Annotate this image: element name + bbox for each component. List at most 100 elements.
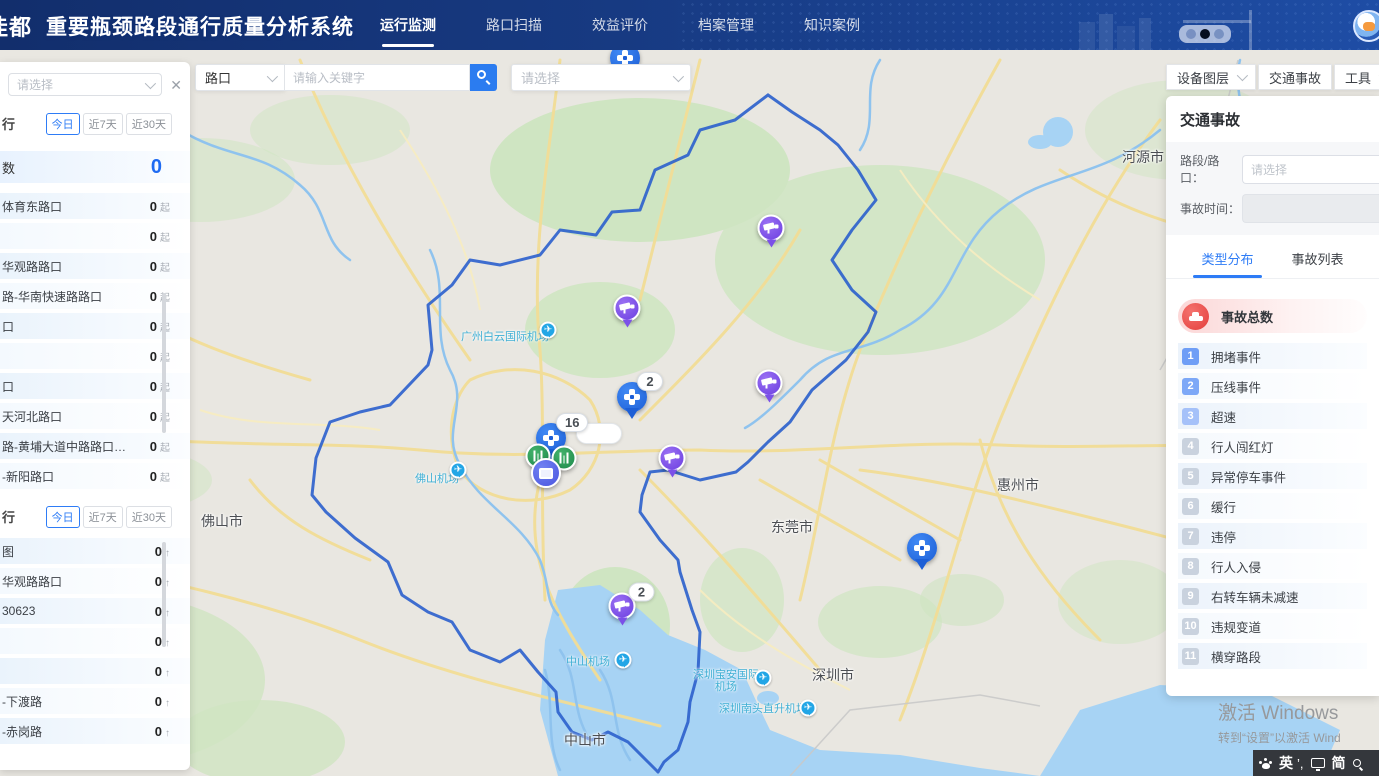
accident-type-row[interactable]: 9右转车辆未减速: [1178, 583, 1367, 609]
area-select-placeholder: 请选择: [521, 68, 560, 87]
accident-total-row[interactable]: 事故总数: [1178, 299, 1367, 333]
rank-badge: 4: [1182, 438, 1199, 455]
list-item[interactable]: 0↑: [0, 658, 190, 684]
ime-search-icon[interactable]: [1353, 759, 1361, 767]
camera-marker[interactable]: [614, 295, 641, 322]
sidebar-select[interactable]: 请选择: [8, 73, 162, 96]
time-filter-近30天[interactable]: 近30天: [126, 113, 172, 135]
rank-badge: 9: [1182, 588, 1199, 605]
toolbar-button-交通事故[interactable]: 交通事故: [1258, 64, 1332, 90]
accident-type-row[interactable]: 1拥堵事件: [1178, 343, 1367, 369]
nav-item-知识案例[interactable]: 知识案例: [802, 15, 862, 35]
list-scrollbar[interactable]: [162, 293, 166, 433]
list-item-name: 华观路路口: [2, 573, 62, 590]
marker-circle: [756, 370, 783, 397]
area-select[interactable]: 请选择: [511, 64, 691, 91]
tab-type-distribution[interactable]: 类型分布: [1201, 249, 1253, 268]
keyword-input[interactable]: [285, 64, 470, 91]
category-select[interactable]: 路口: [195, 64, 285, 91]
ime-punct-toggle[interactable]: ’,: [1297, 756, 1304, 771]
accident-type-row[interactable]: 7违停: [1178, 523, 1367, 549]
time-filter-近7天[interactable]: 近7天: [83, 506, 123, 528]
list-item-count: 0起: [150, 289, 170, 304]
list-item[interactable]: 体育东路口0起: [0, 193, 190, 219]
accident-type-row[interactable]: 6缓行: [1178, 493, 1367, 519]
form-label: 事故时间：: [1180, 200, 1242, 217]
airport-label: 深圳南头直升机场: [719, 703, 807, 715]
rank-badge: 8: [1182, 558, 1199, 575]
camera-marker[interactable]: [758, 215, 785, 242]
intersection-marker[interactable]: 2: [617, 382, 647, 412]
accident-type-row[interactable]: 5异常停车事件: [1178, 463, 1367, 489]
rank-badge: 2: [1182, 378, 1199, 395]
list-item-name: 华观路路口: [2, 258, 62, 275]
list-item[interactable]: 路-黄埔大道中路路口…0起: [0, 433, 190, 459]
city-label-深圳市: 深圳市: [812, 665, 854, 685]
list-item-name: 体育东路口: [2, 198, 62, 215]
count-unit: 起: [160, 263, 170, 274]
nav-item-运行监测[interactable]: 运行监测: [378, 15, 438, 35]
keyboard-icon[interactable]: [1311, 758, 1325, 768]
nav-item-档案管理[interactable]: 档案管理: [696, 15, 756, 35]
traffic-accident-panel: 交通事故 路段/路口：请选择事故时间： 类型分布 事故列表 事故总数 1拥堵事件…: [1166, 96, 1379, 696]
airport-pin-icon: ✈: [615, 652, 632, 669]
cctv-camera-icon: [762, 378, 777, 389]
accident-type-row[interactable]: 10违规变道: [1178, 613, 1367, 639]
tab-accident-list[interactable]: 事故列表: [1292, 249, 1344, 268]
total-label-fragment: 数: [2, 158, 15, 177]
monitor-marker[interactable]: [531, 458, 561, 488]
ime-charset-toggle[interactable]: 简: [1332, 753, 1346, 773]
toolbar-button-设备图层[interactable]: 设备图层: [1166, 64, 1256, 90]
time-filter-近7天[interactable]: 近7天: [83, 113, 123, 135]
accident-type-row[interactable]: 8 行人入侵: [1178, 553, 1367, 579]
nav-item-路口扫描[interactable]: 路口扫描: [484, 15, 544, 35]
road-select-input[interactable]: 请选择: [1242, 155, 1379, 184]
toolbar-button-label: 工具: [1345, 68, 1371, 87]
list-item[interactable]: -新阳路口0起: [0, 463, 190, 489]
accident-type-label: 行人入侵: [1211, 557, 1261, 576]
list-item-name: 图: [2, 543, 14, 560]
accident-time-input[interactable]: [1242, 194, 1379, 223]
rank-badge: 10: [1182, 618, 1199, 635]
list-item[interactable]: -下渡路0↑: [0, 688, 190, 714]
camera-marker[interactable]: [659, 445, 686, 472]
ime-logo-icon[interactable]: [1259, 758, 1272, 769]
airport-pin-icon: ✈: [755, 670, 772, 687]
close-icon[interactable]: ✕: [170, 78, 182, 92]
section-title-fragment: 行: [2, 507, 15, 526]
assistant-mascot-icon[interactable]: [1353, 10, 1379, 42]
time-filter-今日[interactable]: 今日: [46, 506, 80, 528]
time-filter-今日[interactable]: 今日: [46, 113, 80, 135]
airport-pin-icon: ✈: [800, 700, 817, 717]
accident-type-row[interactable]: 4行人闯红灯: [1178, 433, 1367, 459]
city-traffic-illustration: [1079, 8, 1289, 50]
list-item-count: 0起: [150, 319, 170, 334]
camera-marker[interactable]: 2: [609, 593, 636, 620]
airport-label: 深圳宝安国际机场: [689, 669, 763, 693]
time-filter-近30天[interactable]: 近30天: [126, 506, 172, 528]
intersection-marker[interactable]: [907, 533, 937, 563]
accident-total-row: 数0: [0, 151, 190, 183]
accident-type-list: 事故总数 1拥堵事件 2压线事件 3超速 4行人闯红灯 5异常停车事件 6缓行 7违停 8 行人…: [1178, 299, 1367, 669]
nav-item-效益评价[interactable]: 效益评价: [590, 15, 650, 35]
accident-type-row[interactable]: 11横穿路段: [1178, 643, 1367, 669]
marker-tail: [667, 470, 677, 483]
map-filter-bar: 路口 请选择: [195, 64, 691, 91]
list-item-count: 0起: [150, 259, 170, 274]
ime-language-bar[interactable]: 英 ’, 简: [1253, 750, 1379, 776]
ime-lang-toggle[interactable]: 英: [1279, 753, 1293, 773]
accident-type-row[interactable]: 3超速: [1178, 403, 1367, 429]
marker-tail: [766, 240, 776, 253]
search-button[interactable]: [470, 64, 497, 91]
count-unit: 起: [160, 233, 170, 244]
list-item[interactable]: -赤岗路0↑: [0, 718, 190, 744]
accident-type-row[interactable]: 2压线事件: [1178, 373, 1367, 399]
list-item[interactable]: 华观路路口 0起: [0, 253, 190, 279]
section-title-fragment: 行: [2, 114, 15, 133]
camera-marker[interactable]: [756, 370, 783, 397]
list-scrollbar[interactable]: [162, 542, 166, 647]
toolbar-button-工具[interactable]: 工具: [1334, 64, 1379, 90]
list-item[interactable]: 0起: [0, 223, 190, 249]
ranking-section-header: 行 今日近7天近30天: [2, 506, 172, 528]
count-unit: 起: [160, 443, 170, 454]
